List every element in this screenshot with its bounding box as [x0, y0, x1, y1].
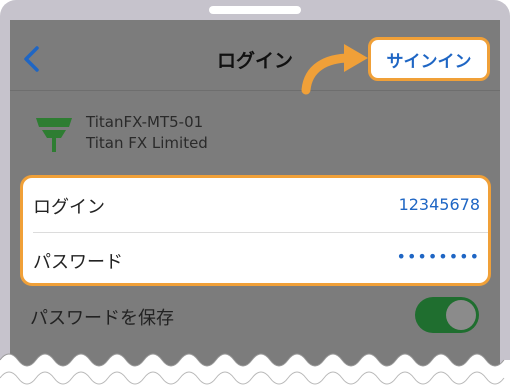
save-password-label: パスワードを保存 [30, 308, 174, 329]
device-notch [209, 6, 301, 14]
password-row[interactable]: パスワード •••••••• [23, 233, 488, 287]
login-form-card: ログイン 12345678 パスワード •••••••• [20, 175, 491, 286]
password-label: パスワード [33, 252, 123, 273]
login-label: ログイン [33, 197, 105, 218]
company-name: Titan FX Limited [86, 134, 208, 152]
titan-fx-logo [36, 118, 72, 152]
signin-button[interactable]: サインイン [368, 37, 490, 81]
login-row[interactable]: ログイン 12345678 [23, 178, 488, 232]
account-info: TitanFX-MT5-01 Titan FX Limited [10, 91, 500, 171]
password-input[interactable]: •••••••• [397, 247, 481, 266]
server-name: TitanFX-MT5-01 [86, 113, 204, 131]
login-screen: ログイン サインイン TitanFX-MT5-01 Titan FX Limit… [10, 20, 500, 380]
save-password-row: パスワードを保存 [10, 290, 500, 340]
toggle-knob [446, 300, 476, 330]
torn-edge-divider [0, 353, 510, 392]
login-input[interactable]: 12345678 [399, 195, 480, 214]
chevron-left-icon[interactable] [22, 46, 42, 72]
save-password-toggle[interactable] [415, 297, 479, 333]
arrow-pointer-icon [301, 44, 368, 95]
navigation-bar: ログイン サインイン [10, 20, 500, 95]
device-frame: ログイン サインイン TitanFX-MT5-01 Titan FX Limit… [0, 0, 510, 380]
